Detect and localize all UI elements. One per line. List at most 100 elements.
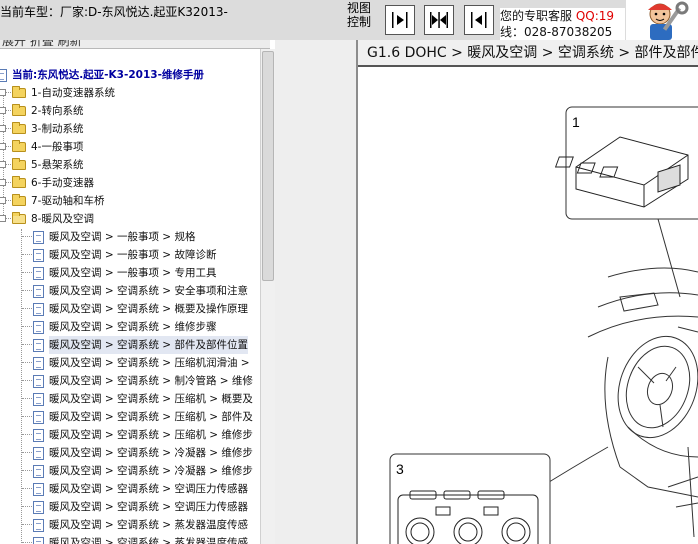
arrows-inward-icon — [430, 12, 448, 28]
split-view-button[interactable] — [424, 5, 454, 35]
tree-connector — [6, 218, 11, 219]
page-doc-icon — [33, 267, 44, 280]
tree-connector — [6, 200, 11, 201]
manual-doc-icon — [0, 69, 7, 82]
tree-page-label: 暖风及空调 > 空调系统 > 压缩机 > 维修步 — [49, 429, 253, 441]
tree-page-item[interactable]: 暖风及空调 > 一般事项 > 规格 — [0, 228, 260, 246]
tree-page-label: 暖风及空调 > 空调系统 > 蒸发器温度传感 — [49, 537, 248, 544]
tree-connector — [6, 146, 11, 147]
tree-page-item[interactable]: 暖风及空调 > 空调系统 > 维修步骤 — [0, 318, 260, 336]
tree-folder-item[interactable]: 6-手动变速器 — [0, 174, 260, 192]
qq-link[interactable]: QQ:19 — [576, 9, 614, 23]
tree-connector — [6, 182, 11, 183]
page-breadcrumb: G1.6 DOHC > 暖风及空调 > 空调系统 > 部件及部件位置 — [358, 40, 698, 67]
tree-connector — [22, 308, 32, 309]
folder-icon — [12, 194, 26, 206]
tree-connector — [22, 542, 32, 543]
tree-folder-label: 8-暖风及空调 — [31, 213, 94, 225]
tree-connector — [22, 272, 32, 273]
tree-connector — [22, 236, 32, 237]
tree-connector — [22, 362, 32, 363]
current-car-label: 当前车型：厂家:D-东风悦达.起亚K32013- — [0, 5, 228, 19]
tree-page-item[interactable]: 暖风及空调 > 空调系统 > 空调压力传感器 — [0, 480, 260, 498]
tree-page-label: 暖风及空调 > 一般事项 > 规格 — [49, 231, 196, 243]
tree-connector — [22, 344, 32, 345]
arrow-left-bar-icon — [471, 12, 487, 28]
folder-icon — [12, 104, 26, 116]
tree-page-label: 暖风及空调 > 空调系统 > 维修步骤 — [49, 321, 217, 333]
tree-page-item[interactable]: 暖风及空调 > 空调系统 > 蒸发器温度传感 — [0, 534, 260, 544]
page-doc-icon — [33, 249, 44, 262]
tree-page-item[interactable]: 暖风及空调 > 空调系统 > 压缩机 > 维修步 — [0, 426, 260, 444]
page-doc-icon — [33, 285, 44, 298]
folder-icon — [12, 122, 26, 134]
tree-page-item[interactable]: 暖风及空调 > 空调系统 > 空调压力传感器 — [0, 498, 260, 516]
tree-folder-label: 4-一般事项 — [31, 141, 84, 153]
folder-icon — [12, 140, 26, 152]
tree-folder-item[interactable]: 8-暖风及空调 — [0, 210, 260, 228]
panel-splitter[interactable] — [275, 40, 358, 544]
tree-folder-label: 1-自动变速器系统 — [31, 87, 115, 99]
tree-page-item[interactable]: 暖风及空调 > 空调系统 > 压缩机 > 部件及 — [0, 408, 260, 426]
folder-open-icon — [12, 212, 26, 224]
tree-scrollbar[interactable] — [260, 49, 275, 544]
tree-page-item[interactable]: 暖风及空调 > 空调系统 > 压缩机润滑油 > — [0, 354, 260, 372]
tree-page-item[interactable]: 暖风及空调 > 空调系统 > 冷凝器 > 维修步 — [0, 444, 260, 462]
tree-toolbar-text[interactable]: 展开 折叠 刷新 — [2, 40, 82, 48]
tree-page-item[interactable]: 暖风及空调 > 空调系统 > 安全事项和注意 — [0, 282, 260, 300]
tree-page-item[interactable]: 暖风及空调 > 一般事项 > 故障诊断 — [0, 246, 260, 264]
tree-folder-item[interactable]: 7-驱动轴和车桥 — [0, 192, 260, 210]
tree-page-item[interactable]: 暖风及空调 > 空调系统 > 压缩机 > 概要及 — [0, 390, 260, 408]
callout-3-label: 3 — [396, 461, 404, 477]
tree-connector — [22, 380, 32, 381]
tree-page-label: 暖风及空调 > 空调系统 > 压缩机润滑油 > — [49, 357, 250, 369]
tree-folder-label: 2-转向系统 — [31, 105, 84, 117]
tree-page-item[interactable]: 暖风及空调 > 一般事项 > 专用工具 — [0, 264, 260, 282]
tree-page-label: 暖风及空调 > 空调系统 > 制冷管路 > 维修 — [49, 375, 253, 387]
tree-page-label: 暖风及空调 > 空调系统 > 冷凝器 > 维修步 — [49, 447, 253, 459]
phone-number: 线：028-87038205 — [500, 25, 613, 39]
view-control-label: 视图控制 — [347, 1, 372, 29]
component-location-diagram: 1 3 — [389, 106, 698, 544]
tree-page-item[interactable]: 暖风及空调 > 空调系统 > 部件及部件位置 — [0, 336, 260, 354]
tree-connector — [22, 488, 32, 489]
tree-page-item[interactable]: 暖风及空调 > 空调系统 > 制冷管路 > 维修 — [0, 372, 260, 390]
tree-page-label: 暖风及空调 > 空调系统 > 压缩机 > 概要及 — [49, 393, 253, 405]
page-doc-icon — [33, 483, 44, 496]
tree-connector — [6, 92, 11, 93]
tree-connector — [22, 434, 32, 435]
page-doc-icon — [33, 447, 44, 460]
tree-folder-item[interactable]: 2-转向系统 — [0, 102, 260, 120]
tree-connector — [22, 452, 32, 453]
tree-page-label: 暖风及空调 > 空调系统 > 安全事项和注意 — [49, 285, 248, 297]
page-doc-icon — [33, 321, 44, 334]
tree-root-label: 当前:东风悦达.起亚-K3-2013-维修手册 — [12, 69, 204, 81]
tree-connector — [6, 128, 11, 129]
tree-page-label: 暖风及空调 > 空调系统 > 概要及操作原理 — [49, 303, 248, 315]
tree-folder-item[interactable]: 1-自动变速器系统 — [0, 84, 260, 102]
tree-folder-item[interactable]: 4-一般事项 — [0, 138, 260, 156]
tree-page-item[interactable]: 暖风及空调 > 空调系统 > 蒸发器温度传感 — [0, 516, 260, 534]
scroll-thumb[interactable] — [262, 51, 274, 281]
expand-left-button[interactable] — [464, 5, 494, 35]
tree-connector — [22, 506, 32, 507]
tree-root[interactable]: 当前:东风悦达.起亚-K3-2013-维修手册 — [0, 66, 260, 84]
tree-page-label: 暖风及空调 > 一般事项 > 故障诊断 — [49, 249, 217, 261]
tree-connector — [22, 470, 32, 471]
page-doc-icon — [33, 303, 44, 316]
tree-folder-item[interactable]: 5-悬架系统 — [0, 156, 260, 174]
folder-icon — [12, 86, 26, 98]
expand-right-button[interactable] — [385, 5, 415, 35]
page-doc-icon — [33, 393, 44, 406]
tree-page-item[interactable]: 暖风及空调 > 空调系统 > 冷凝器 > 维修步 — [0, 462, 260, 480]
manual-tree: 当前:东风悦达.起亚-K3-2013-维修手册 1-自动变速器系统 2-转向系统 3… — [0, 49, 260, 544]
tree-page-label: 暖风及空调 > 空调系统 > 部件及部件位置 — [49, 336, 248, 354]
folder-icon — [12, 176, 26, 188]
tree-connector — [6, 164, 11, 165]
tree-connector — [22, 290, 32, 291]
top-banner: 当前车型：厂家:D-东风悦达.起亚K32013- 视图控制 您的专职客服 QQ:… — [0, 0, 698, 40]
page-doc-icon — [33, 537, 44, 544]
tree-folder-item[interactable]: 3-制动系统 — [0, 120, 260, 138]
tree-page-item[interactable]: 暖风及空调 > 空调系统 > 概要及操作原理 — [0, 300, 260, 318]
callout-1-label: 1 — [572, 114, 580, 130]
